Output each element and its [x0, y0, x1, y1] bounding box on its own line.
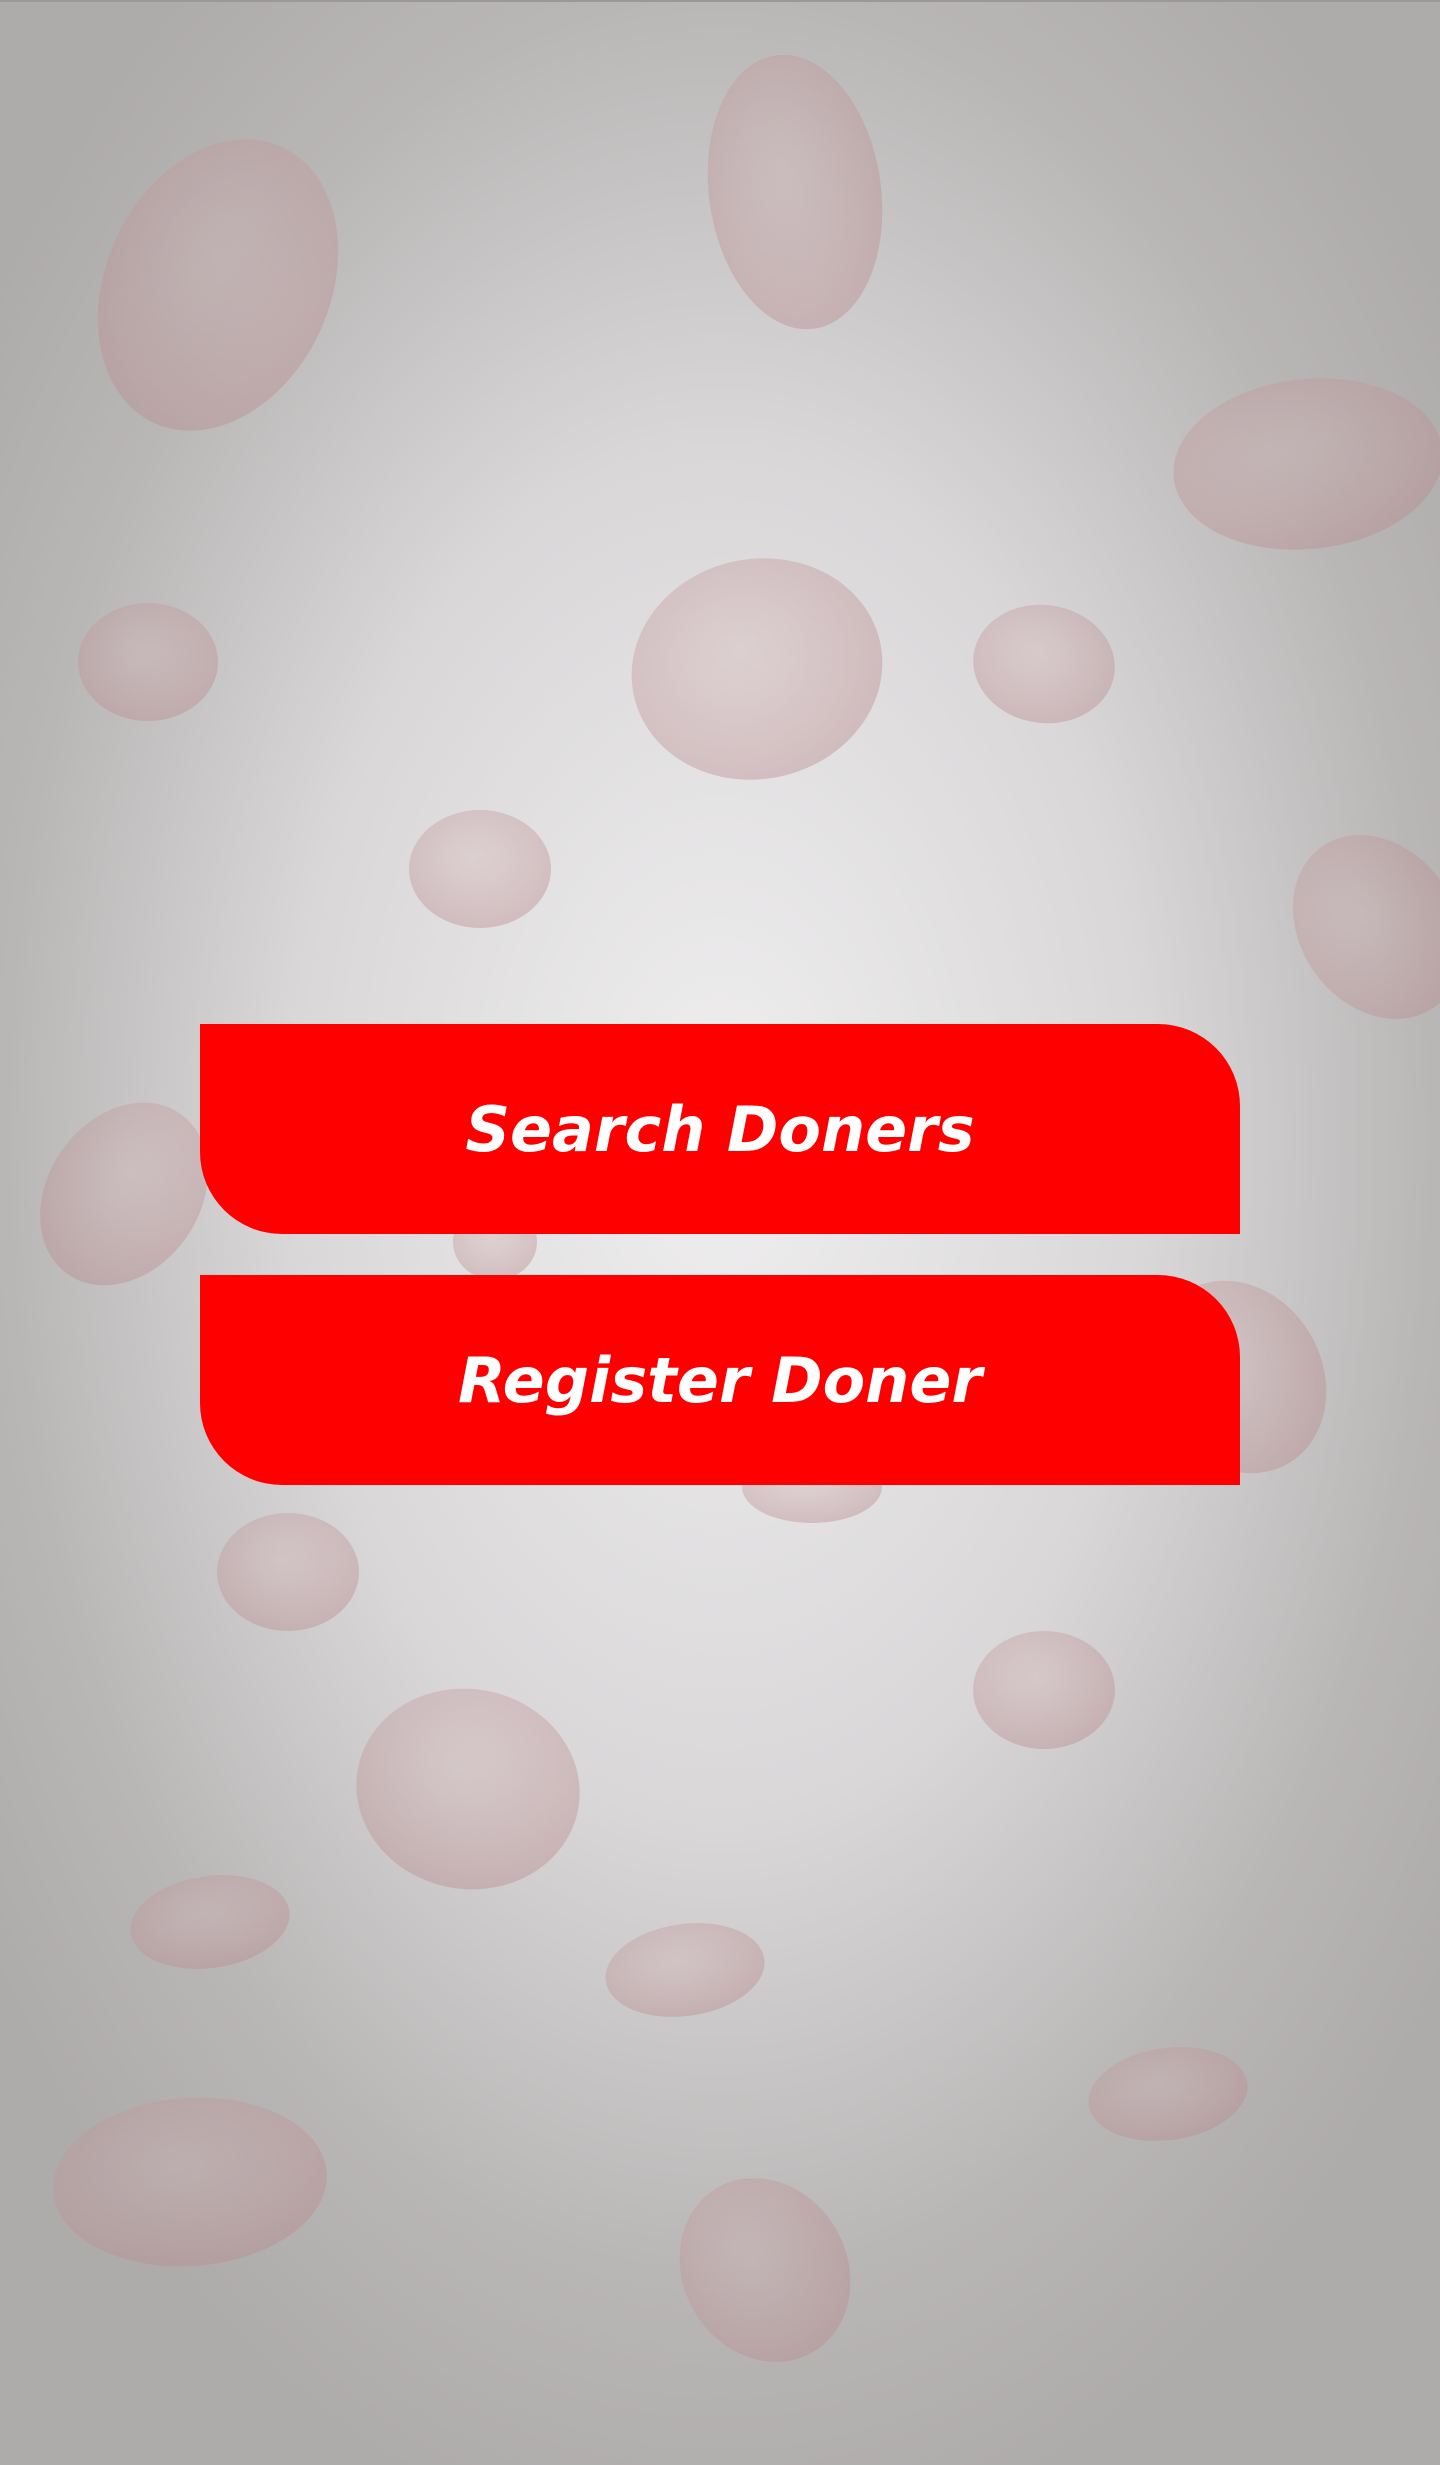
register-doner-label: Register Doner [458, 1343, 982, 1417]
home-screen: Search Doners Register Doner [0, 0, 1440, 2465]
search-doners-button[interactable]: Search Doners [200, 1024, 1240, 1234]
register-doner-button[interactable]: Register Doner [200, 1275, 1240, 1485]
search-doners-label: Search Doners [465, 1092, 975, 1166]
